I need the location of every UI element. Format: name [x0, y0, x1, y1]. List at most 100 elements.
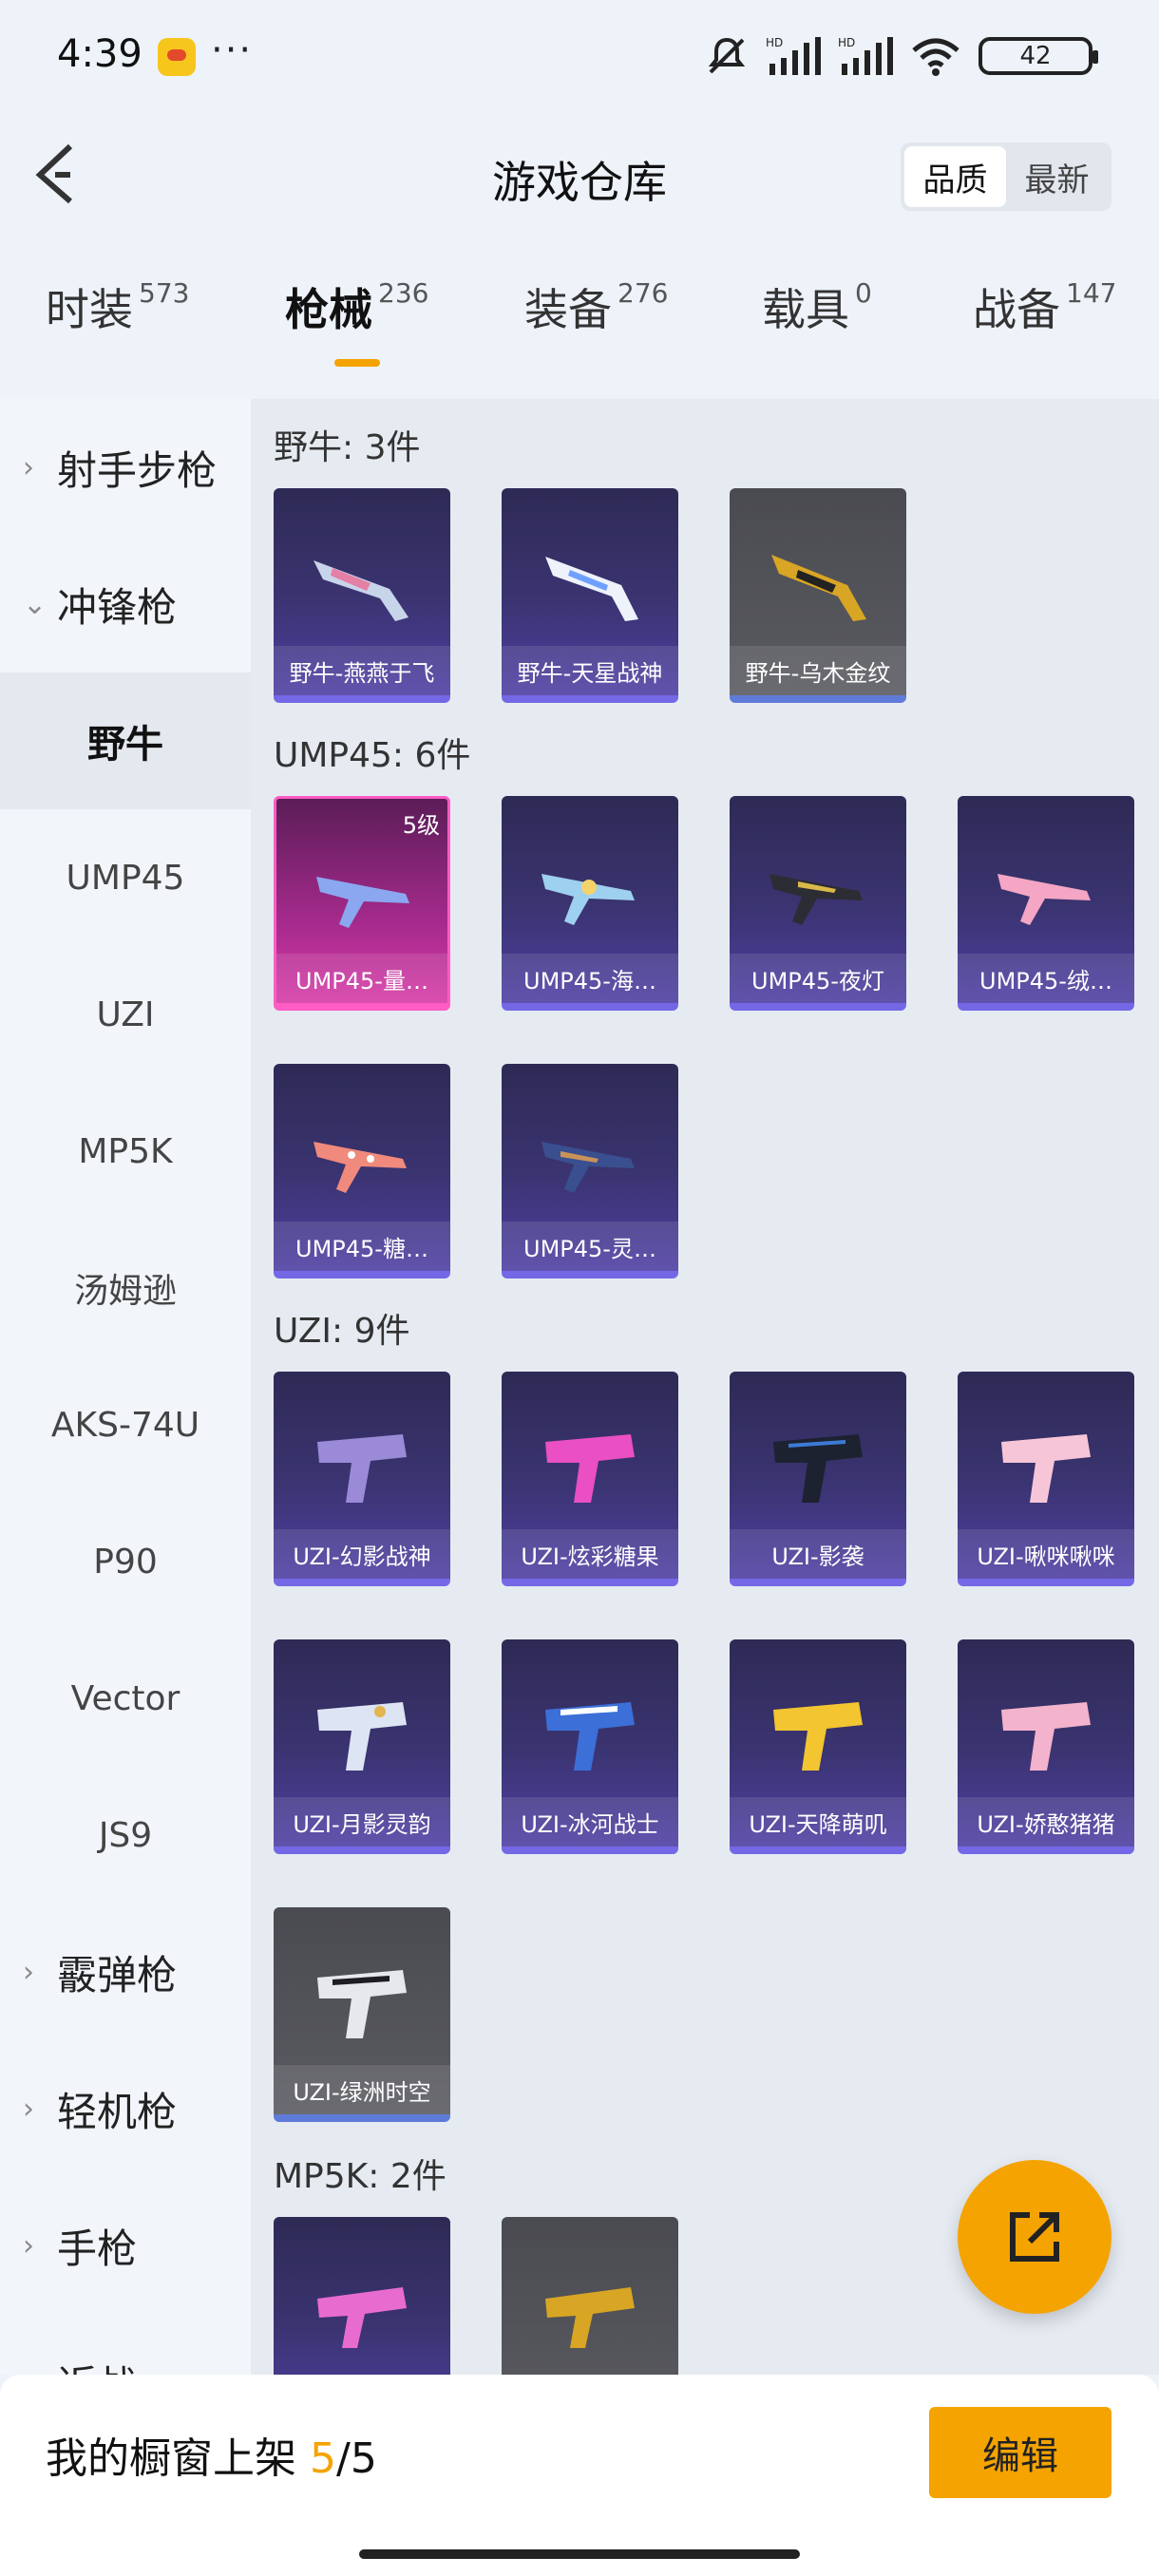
- tab-preparation[interactable]: 战备 147: [973, 275, 1116, 370]
- share-button[interactable]: [958, 2160, 1112, 2314]
- item-name: UZI-绿洲时空: [274, 2065, 450, 2114]
- sidebar-item-uzi[interactable]: UZI: [0, 946, 251, 1083]
- item-name: UMP45-绒…: [958, 954, 1134, 1003]
- tab-label: 装备: [524, 284, 612, 335]
- gun-skin-image: [770, 874, 863, 925]
- battery-icon: 42: [978, 37, 1098, 75]
- sidebar-item-p90[interactable]: P90: [0, 1493, 251, 1630]
- tab-equipment[interactable]: 装备 276: [524, 275, 668, 370]
- item-card[interactable]: UMP45-海…: [502, 796, 678, 1011]
- tab-guns[interactable]: 枪械 236: [285, 275, 428, 370]
- item-name: UMP45-海…: [502, 954, 678, 1003]
- showcase-status: 我的橱窗上架 5/5: [46, 2424, 377, 2485]
- gun-skin-image: [773, 1434, 863, 1503]
- item-card[interactable]: 5级 UMP45-量…: [274, 796, 450, 1011]
- app-notification-icon: [158, 38, 196, 76]
- sidebar-label: 手枪: [57, 2225, 138, 2272]
- sidebar-item-js9[interactable]: JS9: [0, 1767, 251, 1904]
- section-title-ump45: UMP45: 6件: [274, 736, 471, 775]
- signal-icon: HD: [766, 36, 821, 75]
- sidebar-item-aks74u[interactable]: AKS-74U: [0, 1356, 251, 1493]
- item-card[interactable]: UZI-娇憨猪猪: [958, 1639, 1134, 1854]
- gun-skin-image: [773, 1702, 863, 1771]
- item-card[interactable]: UZI-月影灵韵: [274, 1639, 450, 1854]
- item-card[interactable]: UMP45-绒…: [958, 796, 1134, 1011]
- item-card[interactable]: UZI-啾咪啾咪: [958, 1372, 1134, 1586]
- status-icons: HD HD 42: [705, 34, 1098, 78]
- showcase-bar: 我的橱窗上架 5/5 编辑: [0, 2375, 1159, 2576]
- item-name: UMP45-灵…: [502, 1222, 678, 1271]
- item-name: UMP45-糖…: [274, 1222, 450, 1271]
- sidebar-group-pistol[interactable]: › 手枪: [0, 2177, 251, 2314]
- gun-skin-image: [314, 1142, 407, 1193]
- tab-count: 147: [1066, 277, 1117, 309]
- section-title-uzi: UZI: 9件: [274, 1312, 410, 1351]
- item-card[interactable]: UMP45-灵…: [502, 1064, 678, 1279]
- item-card[interactable]: UZI-幻影战神: [274, 1372, 450, 1586]
- signal-icon-2: HD: [838, 36, 893, 75]
- section-title-mp5k: MP5K: 2件: [274, 2157, 446, 2196]
- tab-vehicles[interactable]: 载具 0: [762, 275, 872, 370]
- sidebar-item-ump45[interactable]: UMP45: [0, 809, 251, 946]
- sidebar-group-smg[interactable]: ⌄ 冲锋枪: [0, 536, 251, 672]
- chevron-right-icon: ›: [23, 2092, 34, 2126]
- item-name: UZI-月影灵韵: [274, 1797, 450, 1847]
- svg-text:HD: HD: [766, 36, 783, 49]
- item-grid: 野牛: 3件 野牛-燕燕于飞 野牛-天星战神 野牛-乌木金纹 UMP45: 6件…: [251, 399, 1159, 2375]
- edit-button[interactable]: 编辑: [929, 2407, 1112, 2498]
- share-icon: [1010, 2212, 1059, 2262]
- gun-skin-image: [314, 560, 408, 621]
- item-card[interactable]: 野牛-天星战神: [502, 488, 678, 703]
- sidebar-group-lmg[interactable]: › 轻机枪: [0, 2040, 251, 2177]
- sidebar-group-dmr[interactable]: › 射手步枪: [0, 399, 251, 536]
- category-tabs: 时装 573 枪械 236 装备 276 载具 0 战备 147: [0, 275, 1159, 380]
- sidebar-item-mp5k[interactable]: MP5K: [0, 1083, 251, 1220]
- item-card[interactable]: UZI-炫彩糖果: [502, 1372, 678, 1586]
- item-card[interactable]: 野牛-乌木金纹: [730, 488, 906, 703]
- sort-toggle[interactable]: 品质 最新: [901, 142, 1112, 211]
- item-card[interactable]: UMP45-夜灯: [730, 796, 906, 1011]
- item-card[interactable]: UZI-冰河战士: [502, 1639, 678, 1854]
- tab-count: 573: [139, 277, 190, 309]
- svg-text:HD: HD: [838, 36, 855, 49]
- sidebar-item-vector[interactable]: Vector: [0, 1630, 251, 1767]
- tab-label: 载具: [762, 284, 849, 335]
- sidebar-label: 冲锋枪: [57, 583, 178, 631]
- item-card[interactable]: UZI-影袭: [730, 1372, 906, 1586]
- sidebar-label: 霰弹枪: [57, 1951, 178, 1998]
- gun-skin-image: [317, 2287, 407, 2348]
- weapon-sidebar: › 射手步枪 ⌄ 冲锋枪 野牛 UMP45 UZI MP5K 汤姆逊 AKS-74U…: [0, 399, 251, 2409]
- item-name: 野牛-乌木金纹: [730, 646, 906, 695]
- gun-skin-image: [545, 2287, 635, 2348]
- sidebar-group-shotgun[interactable]: › 霰弹枪: [0, 1904, 251, 2040]
- item-card[interactable]: [502, 2217, 678, 2375]
- item-name: UMP45-夜灯: [730, 954, 906, 1003]
- tab-label: 战备: [973, 284, 1060, 335]
- item-card[interactable]: UZI-绿洲时空: [274, 1907, 450, 2122]
- gun-skin-image: [545, 1702, 635, 1771]
- sidebar-item-thompson[interactable]: 汤姆逊: [0, 1220, 251, 1356]
- tab-fashion[interactable]: 时装 573: [46, 275, 189, 370]
- sort-latest[interactable]: 最新: [1006, 146, 1108, 207]
- item-card[interactable]: UZI-天降萌叽: [730, 1639, 906, 1854]
- showcase-total: /5: [336, 2434, 377, 2483]
- item-card[interactable]: [274, 2217, 450, 2375]
- gun-skin-image: [1001, 1702, 1091, 1771]
- item-card[interactable]: UMP45-糖…: [274, 1064, 450, 1279]
- item-name: UZI-啾咪啾咪: [958, 1529, 1134, 1579]
- gun-skin-image: [1001, 1434, 1091, 1503]
- item-name: 野牛-燕燕于飞: [274, 646, 450, 695]
- wifi-icon: [912, 38, 960, 76]
- item-name: UZI-娇憨猪猪: [958, 1797, 1134, 1847]
- sort-quality[interactable]: 品质: [904, 146, 1006, 207]
- status-time: 4:39: [57, 32, 142, 76]
- status-more-icon: ···: [211, 28, 254, 72]
- home-indicator[interactable]: [359, 2549, 800, 2559]
- tab-label: 枪械: [285, 284, 372, 335]
- chevron-right-icon: ›: [23, 2228, 34, 2263]
- gun-skin-image: [317, 1434, 407, 1503]
- item-card[interactable]: 野牛-燕燕于飞: [274, 488, 450, 703]
- sidebar-item-bizon[interactable]: 野牛: [0, 672, 251, 809]
- chevron-right-icon: ›: [23, 450, 34, 484]
- status-bar: 4:39 ··· HD HD 42: [0, 0, 1159, 114]
